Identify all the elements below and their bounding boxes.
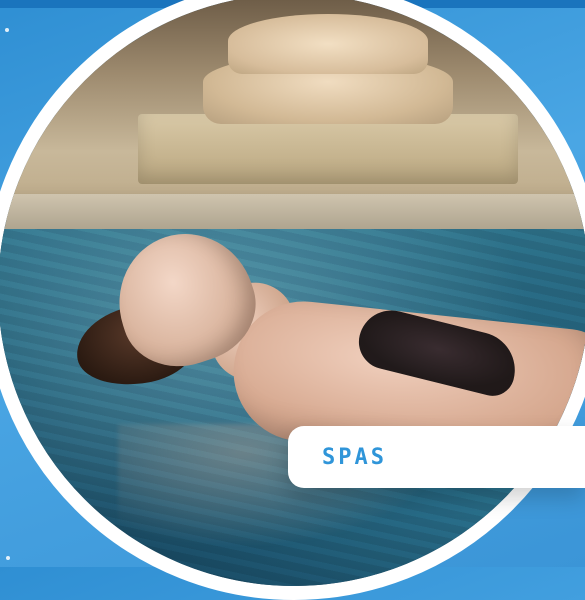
spas-card[interactable]: SPAS	[288, 426, 585, 488]
photo-ledge	[0, 194, 585, 234]
photo-pillar-tier	[228, 14, 428, 74]
spa-photo	[0, 0, 585, 600]
spas-label: SPAS	[322, 444, 387, 470]
photo-pillar-base	[138, 114, 518, 184]
